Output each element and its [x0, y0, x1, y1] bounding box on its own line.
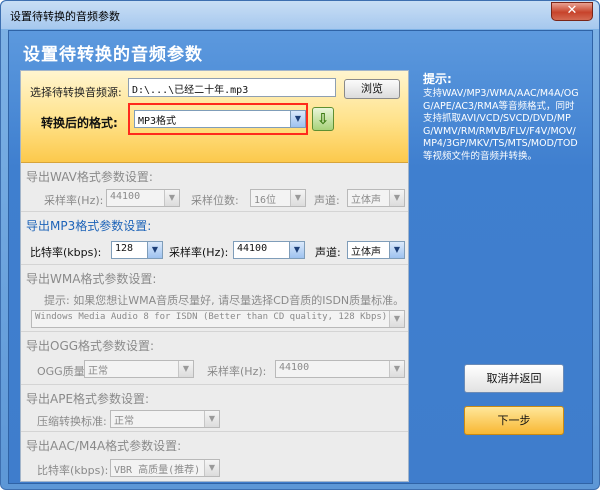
wav-section-title: 导出WAV格式参数设置:	[26, 170, 153, 184]
ogg-quality-value: 正常	[88, 366, 108, 377]
mp3-bitrate-label: 比特率(kbps):	[30, 246, 102, 259]
aac-bitrate-value: VBR 高质量(推荐)	[114, 465, 201, 476]
next-step-button[interactable]: 下一步	[464, 406, 564, 435]
ogg-sample-rate-label: 采样率(Hz):	[207, 365, 267, 378]
chevron-down-icon[interactable]: ▼	[290, 111, 305, 127]
tips-text: 支持WAV/MP3/WMA/AAC/M4A/OGG/APE/AC3/RMA等音频…	[423, 88, 579, 162]
chevron-down-icon[interactable]: ▼	[164, 190, 179, 206]
chevron-down-icon[interactable]: ▼	[389, 311, 404, 327]
ape-compress-label: 压缩转换标准:	[37, 415, 107, 428]
mp3-channel-label: 声道:	[315, 246, 341, 259]
source-format-box: 选择待转换音频源: D:\...\已经二十年.mp3 浏览 转换后的格式: MP…	[21, 71, 408, 163]
mp3-sample-rate-value: 44100	[237, 243, 268, 254]
dialog-window: 设置待转换的音频参数 ✕ 设置待转换的音频参数 选择待转换音频源: D:\...…	[0, 0, 600, 490]
format-label: 转换后的格式:	[41, 116, 118, 130]
format-selected-value: MP3格式	[138, 116, 177, 127]
chevron-down-icon[interactable]: ▼	[289, 242, 304, 258]
chevron-down-icon[interactable]: ▼	[389, 361, 404, 377]
settings-panel: 选择待转换音频源: D:\...\已经二十年.mp3 浏览 转换后的格式: MP…	[20, 70, 409, 482]
aac-bitrate-label: 比特率(kbps):	[37, 464, 109, 477]
wma-profile-value: Windows Media Audio 8 for ISDN (Better t…	[35, 312, 388, 322]
close-button[interactable]: ✕	[551, 2, 593, 21]
chevron-down-icon[interactable]: ▼	[178, 361, 193, 377]
wav-sample-rate-value: 44100	[110, 191, 141, 202]
wav-sample-rate-select[interactable]: 44100 ▼	[106, 189, 180, 207]
ogg-section-title: 导出OGG格式参数设置:	[26, 339, 155, 353]
dialog-body: 设置待转换的音频参数 选择待转换音频源: D:\...\已经二十年.mp3 浏览…	[8, 30, 593, 484]
source-path-field[interactable]: D:\...\已经二十年.mp3	[128, 78, 336, 97]
chevron-down-icon[interactable]: ▼	[290, 190, 305, 206]
tips-title: 提示:	[423, 72, 452, 86]
wav-channel-value: 立体声	[351, 195, 381, 206]
aac-settings-section: 导出AAC/M4A格式参数设置: 比特率(kbps): VBR 高质量(推荐) …	[21, 433, 408, 481]
wav-channel-select[interactable]: 立体声 ▼	[347, 189, 405, 207]
mp3-channel-select[interactable]: 立体声 ▼	[347, 241, 405, 259]
wav-settings-section: 导出WAV格式参数设置: 采样率(Hz): 44100 ▼ 采样位数: 16位 …	[21, 164, 408, 212]
ogg-sample-rate-value: 44100	[279, 362, 310, 373]
wav-sample-rate-label: 采样率(Hz):	[44, 194, 104, 207]
source-label: 选择待转换音频源:	[30, 86, 122, 99]
browse-button[interactable]: 浏览	[344, 79, 400, 99]
ogg-settings-section: 导出OGG格式参数设置: OGG质量: 正常 ▼ 采样率(Hz): 44100 …	[21, 333, 408, 385]
wav-bits-value: 16位	[254, 195, 277, 206]
chevron-down-icon[interactable]: ▼	[147, 242, 162, 258]
wma-hint-text: 提示: 如果您想让WMA音质尽量好, 请尽量选择CD音质的ISDN质量标准。	[44, 294, 405, 307]
ape-settings-section: 导出APE格式参数设置: 压缩转换标准: 正常 ▼	[21, 386, 408, 432]
chevron-down-icon[interactable]: ▼	[389, 190, 404, 206]
mp3-section-title: 导出MP3格式参数设置:	[26, 219, 152, 233]
aac-section-title: 导出AAC/M4A格式参数设置:	[26, 439, 182, 453]
chevron-down-icon[interactable]: ▼	[204, 460, 219, 476]
chevron-down-icon[interactable]: ▼	[389, 242, 404, 258]
mp3-sample-rate-label: 采样率(Hz):	[169, 246, 229, 259]
aac-bitrate-select[interactable]: VBR 高质量(推荐) ▼	[110, 459, 220, 477]
ape-compress-select[interactable]: 正常 ▼	[110, 410, 220, 428]
ape-compress-value: 正常	[114, 416, 134, 427]
mp3-channel-value: 立体声	[351, 247, 381, 258]
title-bar[interactable]: 设置待转换的音频参数 ✕	[1, 1, 599, 29]
window-title: 设置待转换的音频参数	[10, 10, 120, 23]
cancel-return-button[interactable]: 取消并返回	[464, 364, 564, 393]
down-arrow-icon[interactable]: ⇩	[312, 107, 334, 131]
ogg-sample-rate-select[interactable]: 44100 ▼	[275, 360, 405, 378]
wav-channel-label: 声道:	[314, 194, 340, 207]
ogg-quality-label: OGG质量:	[37, 365, 89, 378]
page-title: 设置待转换的音频参数	[23, 45, 203, 65]
wav-bits-select[interactable]: 16位 ▼	[250, 189, 306, 207]
format-select[interactable]: MP3格式 ▼	[134, 110, 306, 128]
mp3-sample-rate-select[interactable]: 44100 ▼	[233, 241, 305, 259]
mp3-settings-section: 导出MP3格式参数设置: 比特率(kbps): 128 ▼ 采样率(Hz): 4…	[21, 213, 408, 265]
ape-section-title: 导出APE格式参数设置:	[26, 392, 150, 406]
chevron-down-icon[interactable]: ▼	[204, 411, 219, 427]
ogg-quality-select[interactable]: 正常 ▼	[84, 360, 194, 378]
mp3-bitrate-value: 128	[115, 243, 134, 254]
wav-bits-label: 采样位数:	[191, 194, 239, 207]
mp3-bitrate-select[interactable]: 128 ▼	[111, 241, 163, 259]
wma-settings-section: 导出WMA格式参数设置: 提示: 如果您想让WMA音质尽量好, 请尽量选择CD音…	[21, 266, 408, 332]
wma-section-title: 导出WMA格式参数设置:	[26, 272, 157, 286]
wma-profile-select[interactable]: Windows Media Audio 8 for ISDN (Better t…	[31, 310, 405, 328]
